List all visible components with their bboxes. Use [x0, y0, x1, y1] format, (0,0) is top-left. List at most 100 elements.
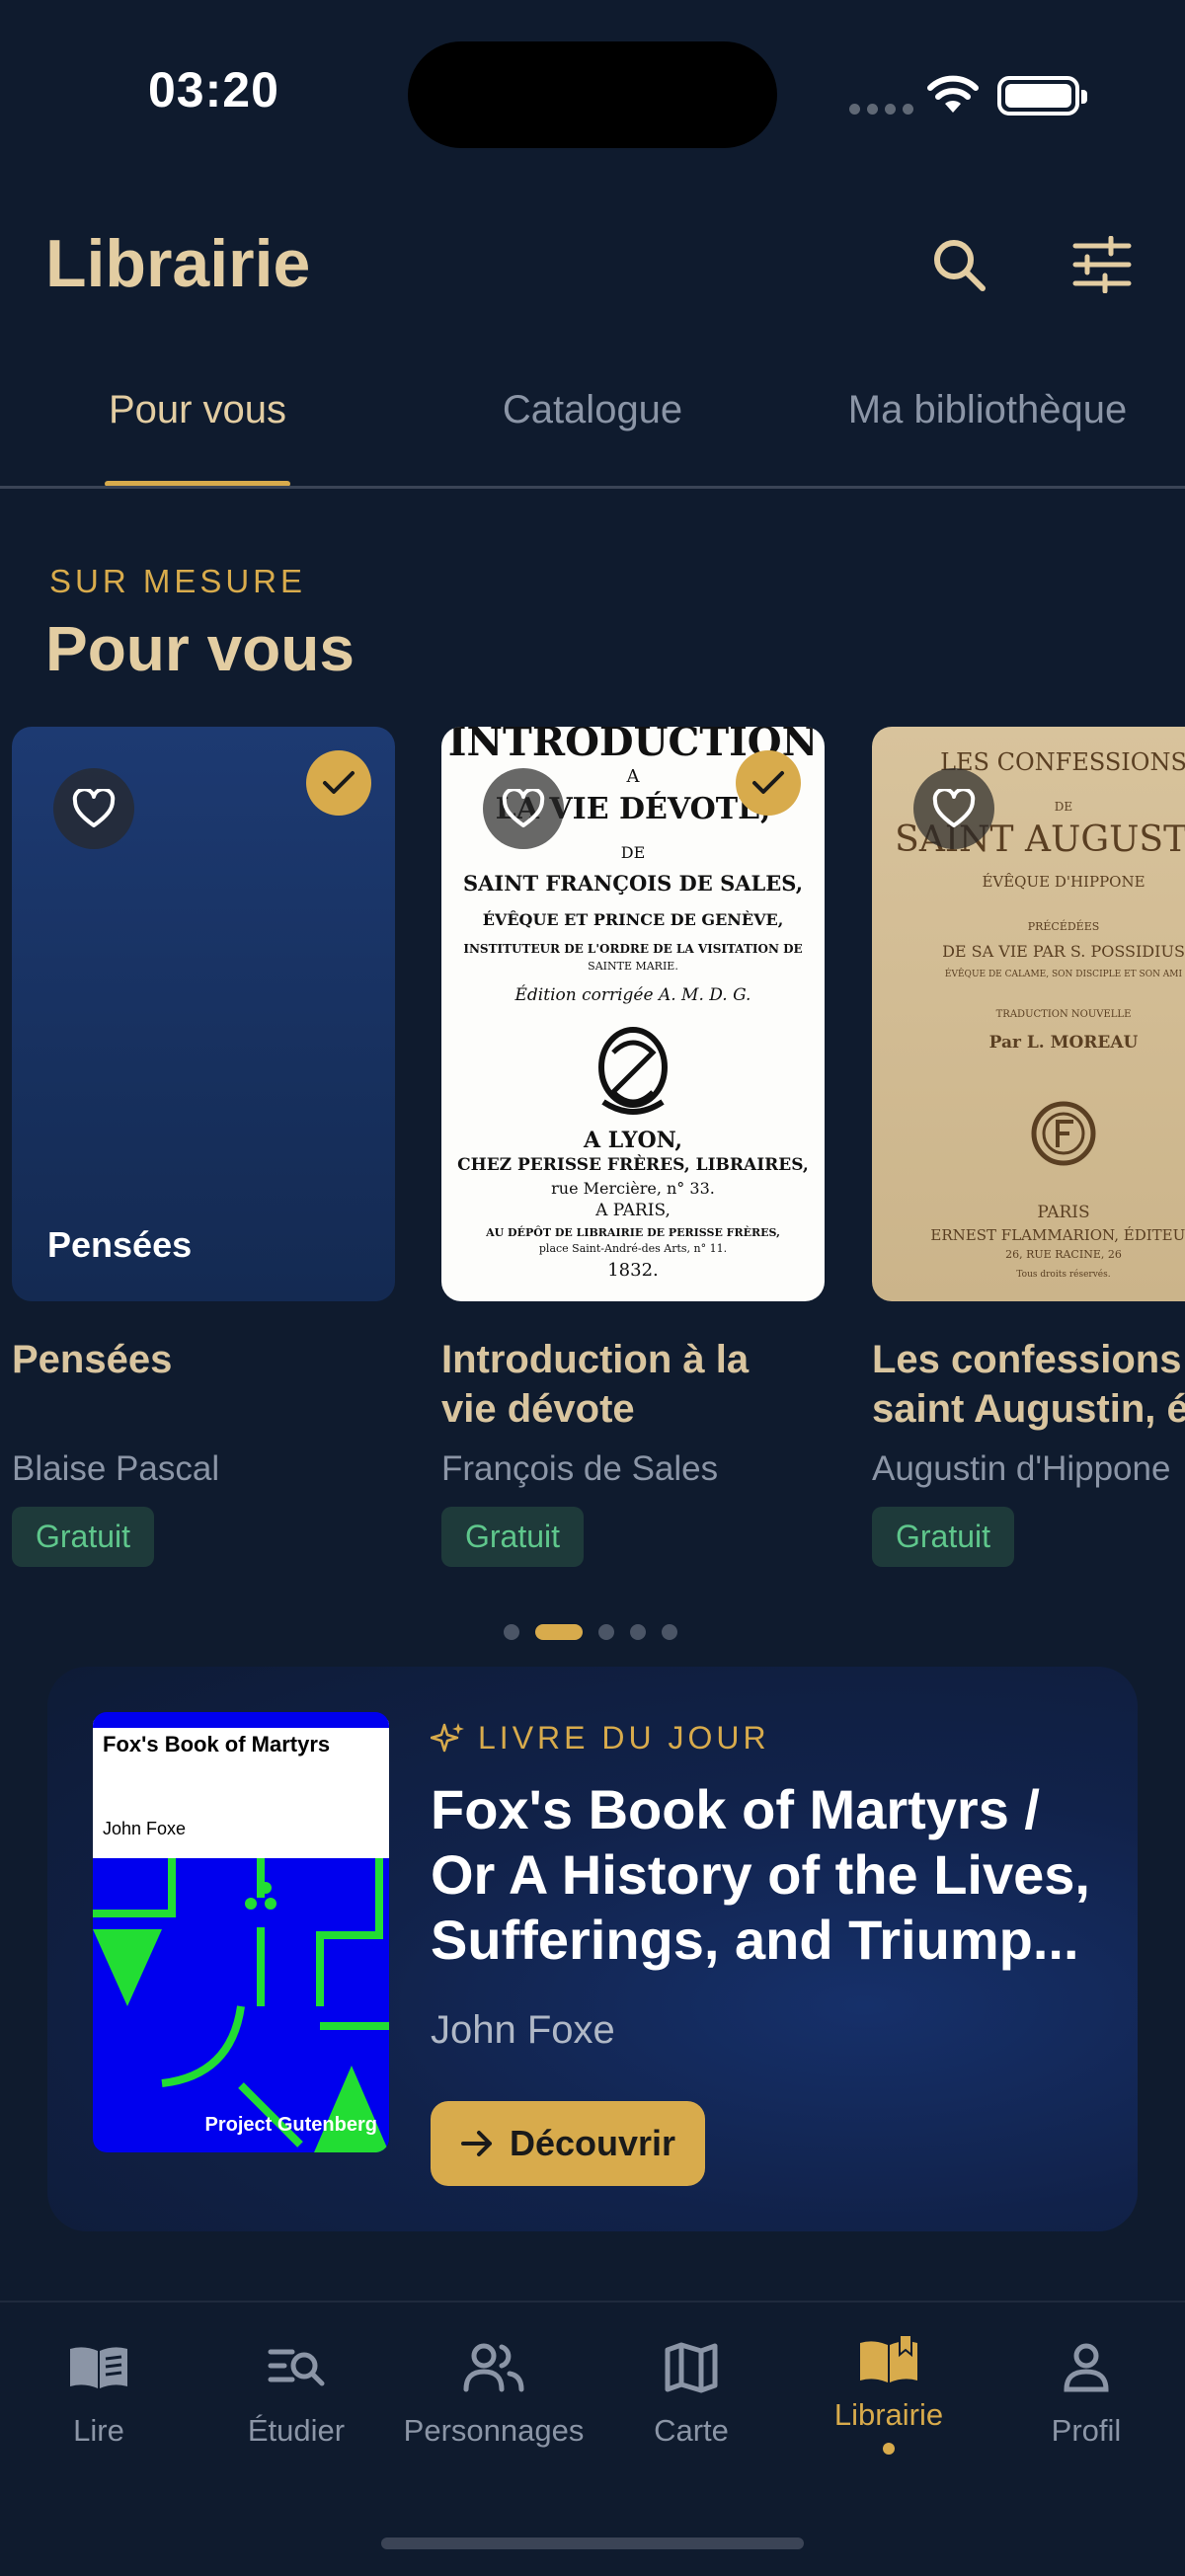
book-of-the-day-title: Fox's Book of Martyrs / Or A History of …: [431, 1778, 1090, 1971]
bottom-navigation: Lire Étudier Personnages Carte Librairie…: [0, 2301, 1185, 2576]
check-icon: [323, 771, 355, 794]
cover-text: DE SA VIE PAR S. POSSIDIUS: [942, 942, 1185, 961]
cover-text: TRADUCTION NOUVELLE: [995, 1009, 1132, 1020]
check-icon: [752, 771, 784, 794]
library-icon: [860, 2334, 917, 2382]
study-search-icon: [268, 2349, 325, 2386]
book-title: Les confessions desaint Augustin, é: [872, 1338, 1185, 1431]
cover-text: PRÉCÉDÉES: [1027, 920, 1100, 933]
app-screen: 03:20 Librairie Pour vous Catalogue Ma b…: [0, 0, 1185, 2576]
nav-item-lire[interactable]: Lire: [0, 2332, 198, 2449]
section-title: Pour vous: [45, 613, 355, 684]
cover-text: ÉVÊQUE DE CALAME, SON DISCIPLE ET SON AM…: [944, 970, 1183, 979]
book-cover: LES CONFESSIONS DE SAINT AUGUSTIN ÉVÊQUE…: [872, 727, 1185, 1301]
book-author: Blaise Pascal: [12, 1449, 220, 1488]
cover-text: ERNEST FLAMMARION, ÉDITEUR: [930, 1226, 1185, 1244]
tab-catalogue[interactable]: Catalogue: [444, 388, 741, 432]
book-title: Introduction à la vie dévote: [441, 1338, 750, 1431]
cover-text: A PARIS,: [595, 1201, 671, 1220]
owned-check-badge: [736, 750, 801, 816]
pagination-dot-active[interactable]: [535, 1624, 583, 1640]
cover-text: CHEZ PERISSE FRÈRES, LIBRAIRES,: [457, 1155, 809, 1175]
map-icon: [665, 2342, 718, 2393]
cover-text: DE: [620, 843, 646, 862]
price-badge: Gratuit: [441, 1507, 585, 1567]
heart-icon: [502, 789, 545, 827]
cover-text: Tous droits réservés.: [1016, 1270, 1111, 1280]
cover-text: LES CONFESSIONS: [940, 748, 1185, 776]
pagination-dot[interactable]: [598, 1624, 614, 1640]
cover-text: PARIS: [1037, 1203, 1090, 1222]
book-of-the-day-cover: Fox's Book of Martyrs John Foxe Project …: [93, 1712, 389, 2152]
sliders-icon: [1072, 236, 1132, 293]
book-card[interactable]: LES CONFESSIONS DE SAINT AUGUSTIN ÉVÊQUE…: [872, 727, 1185, 1567]
tab-ma-bibliotheque[interactable]: Ma bibliothèque: [810, 388, 1165, 432]
cover-text: rue Mercière, n° 33.: [551, 1179, 715, 1198]
book-of-the-day-author: John Foxe: [431, 2008, 615, 2052]
tab-pour-vous[interactable]: Pour vous: [55, 388, 340, 432]
people-icon: [463, 2343, 524, 2392]
tab-bar: Pour vous Catalogue Ma bibliothèque: [0, 370, 1185, 489]
cover-text: A LYON,: [583, 1128, 683, 1153]
home-indicator: [381, 2537, 804, 2549]
sparkles-icon: [431, 1722, 464, 1752]
cover-author: John Foxe: [103, 1819, 187, 1838]
section-eyebrow: SUR MESURE: [49, 563, 307, 599]
pagination-dot[interactable]: [504, 1624, 519, 1640]
carousel-pagination[interactable]: [504, 1624, 677, 1640]
favorite-button[interactable]: [53, 768, 134, 849]
battery-icon: [997, 76, 1087, 116]
divider: [0, 486, 1185, 489]
book-cover: Pensées: [12, 727, 395, 1301]
user-icon: [1064, 2343, 1109, 2392]
nav-item-etudier[interactable]: Étudier: [198, 2332, 395, 2449]
price-badge: Gratuit: [872, 1507, 1015, 1567]
cover-text: INSTITUTEUR DE L'ORDRE DE LA VISITATION …: [463, 942, 803, 956]
book-card[interactable]: INTRODUCTION A LA VIE DÉVOTE, DE SAINT F…: [441, 727, 825, 1567]
page-title: Librairie: [45, 226, 311, 301]
book-of-the-day-card[interactable]: Fox's Book of Martyrs John Foxe Project …: [47, 1667, 1138, 2231]
filter-button[interactable]: [1066, 229, 1138, 300]
book-open-icon: [70, 2347, 127, 2388]
cover-text: ÉVÊQUE ET PRINCE DE GENÈVE,: [482, 910, 784, 929]
owned-check-badge: [306, 750, 371, 816]
cover-pattern: [93, 1858, 389, 2152]
dynamic-island: [408, 41, 777, 148]
book-title: Pensées: [12, 1338, 173, 1381]
wifi-icon: [927, 75, 979, 113]
pagination-dot[interactable]: [630, 1624, 646, 1640]
cover-title: Pensées: [47, 1224, 193, 1265]
cover-text: place Saint-André-des Arts, n° 11.: [538, 1242, 728, 1255]
active-indicator-dot: [883, 2443, 895, 2455]
arrow-right-icon: [460, 2131, 492, 2156]
cover-text: AU DÉPÔT DE LIBRAIRIE DE PERISSE FRÈRES,: [486, 1226, 780, 1239]
cover-text: SAINTE MARIE.: [588, 960, 678, 973]
book-of-the-day-eyebrow: LIVRE DU JOUR: [431, 1720, 770, 1756]
nav-item-profil[interactable]: Profil: [988, 2332, 1185, 2449]
cover-text: Édition corrigée A. M. D. G.: [514, 985, 751, 1005]
search-icon: [934, 240, 986, 291]
cover-text: 1832.: [607, 1260, 659, 1281]
cellular-signal-icon: [849, 104, 913, 115]
publisher-emblem: [1031, 1101, 1096, 1166]
nav-item-carte[interactable]: Carte: [592, 2332, 790, 2449]
favorite-button[interactable]: [483, 768, 564, 849]
cover-text: SAINT FRANÇOIS DE SALES,: [462, 871, 804, 896]
heart-icon: [72, 789, 116, 827]
favorite-button[interactable]: [913, 768, 994, 849]
cover-text: Par L. MOREAU: [988, 1033, 1139, 1053]
cover-text: 26, RUE RACINE, 26: [1005, 1248, 1122, 1261]
book-card[interactable]: Pensées Pensées Blaise Pascal Gratuit: [12, 727, 395, 1567]
book-cover: INTRODUCTION A LA VIE DÉVOTE, DE SAINT F…: [441, 727, 825, 1301]
cover-text: ÉVÊQUE D'HIPPONE: [982, 873, 1146, 891]
nav-item-librairie[interactable]: Librairie: [790, 2324, 988, 2455]
pagination-dot[interactable]: [662, 1624, 677, 1640]
discover-button[interactable]: Découvrir: [431, 2101, 705, 2186]
cover-title: Fox's Book of Martyrs: [103, 1732, 331, 1756]
price-badge: Gratuit: [12, 1507, 155, 1567]
search-button[interactable]: [923, 229, 994, 300]
monogram-emblem: [598, 1027, 668, 1115]
book-author: François de Sales: [441, 1449, 719, 1488]
book-author: Augustin d'Hippone: [872, 1449, 1171, 1488]
nav-item-personnages[interactable]: Personnages: [395, 2332, 592, 2449]
